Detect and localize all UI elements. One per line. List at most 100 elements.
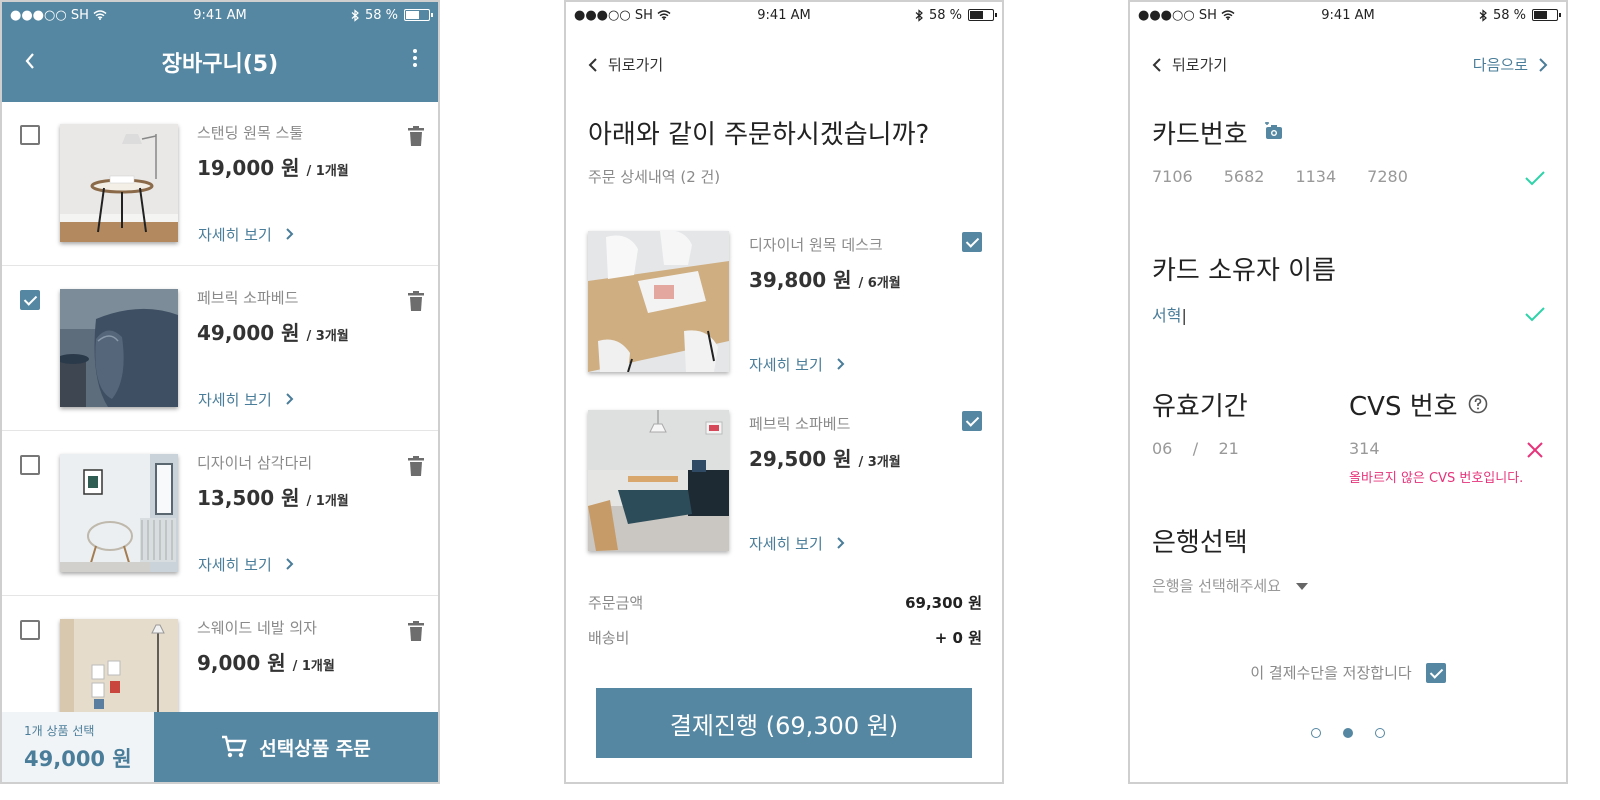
item-checkbox[interactable]: [20, 620, 40, 640]
wifi-icon: [93, 10, 107, 20]
card-number-group: 1134: [1295, 167, 1337, 186]
error-x-icon: [1527, 442, 1543, 458]
carrier-label: ●●●○○ SH: [574, 7, 653, 23]
card-owner-input[interactable]: 서혁|: [1152, 302, 1187, 326]
item-price: 29,500 원 / 3개월: [749, 447, 901, 471]
detail-link[interactable]: 자세히 보기: [198, 389, 295, 410]
carrier-label: ●●●○○ SH: [1138, 7, 1217, 23]
chevron-right-icon: [285, 558, 293, 570]
cart-screen: ●●●○○ SH 9:41 AM 58 % 장바구니(5) 스탠딩 원목 스툴 …: [0, 0, 440, 784]
card-number-group: 7106: [1152, 167, 1193, 186]
item-checkbox[interactable]: [962, 411, 982, 431]
item-name: 페브릭 소파베드: [749, 415, 851, 433]
item-name: 페브릭 소파베드: [197, 289, 299, 307]
chevron-left-icon: [1152, 57, 1161, 72]
cart-icon: [222, 735, 247, 758]
item-name: 디자이너 원목 데스크: [749, 236, 883, 254]
shipping-value: + 0 원: [934, 629, 982, 647]
more-options-icon[interactable]: [412, 48, 418, 74]
help-icon[interactable]: [1468, 394, 1488, 414]
page-dot[interactable]: [1375, 728, 1385, 738]
card-number-input[interactable]: 7106 5682 1134 7280: [1152, 167, 1408, 186]
status-bar: ●●●○○ SH 9:41 AM 58 %: [1130, 2, 1566, 28]
page-dot[interactable]: [1311, 728, 1321, 738]
wifi-icon: [657, 10, 671, 20]
chevron-right-icon: [285, 228, 293, 240]
order-detail-count: 주문 상세내역 (2 건): [588, 168, 721, 186]
back-button[interactable]: 뒤로가기: [1152, 54, 1227, 75]
proceed-payment-button[interactable]: 결제진행 (69,300 원): [596, 688, 972, 758]
order-amount-value: 69,300 원: [905, 594, 982, 612]
detail-link[interactable]: 자세히 보기: [749, 533, 846, 554]
expiry-label: 유효기간: [1152, 392, 1248, 422]
chevron-right-icon: [836, 358, 844, 370]
item-checkbox[interactable]: [20, 125, 40, 145]
order-selected-button[interactable]: 선택상품 주문: [154, 712, 438, 782]
expiry-input[interactable]: 06 / 21: [1152, 439, 1239, 458]
trash-icon[interactable]: [408, 621, 424, 641]
item-price: 9,000 원 / 1개월: [197, 651, 335, 675]
sofa-thumbnail[interactable]: [60, 289, 178, 407]
cvs-error-message: 올바르지 않은 CVS 번호입니다.: [1349, 471, 1524, 486]
battery-icon: [404, 9, 433, 21]
card-number-group: 7280: [1367, 167, 1408, 186]
save-payment-row: 이 결제수단을 저장합니다: [1130, 662, 1566, 683]
card-number-group: 5682: [1223, 167, 1265, 186]
item-name: 스웨이드 네발 의자: [197, 619, 317, 637]
trash-icon[interactable]: [408, 291, 424, 311]
selected-total: 49,000 원: [24, 747, 132, 771]
dropdown-arrow-icon: [1295, 583, 1308, 590]
bluetooth-icon: [915, 8, 923, 22]
status-bar: ●●●○○ SH 9:41 AM 58 %: [566, 2, 1002, 28]
desk-thumbnail[interactable]: [588, 231, 729, 372]
order-amount-label: 주문금액: [588, 594, 644, 612]
chair-thumbnail[interactable]: [60, 454, 178, 572]
detail-link[interactable]: 자세히 보기: [198, 554, 295, 575]
item-checkbox[interactable]: [20, 290, 40, 310]
detail-link[interactable]: 자세히 보기: [198, 224, 295, 245]
battery-percent: 58 %: [1492, 7, 1526, 23]
shipping-label: 배송비: [588, 629, 630, 647]
battery-icon: [1532, 9, 1561, 21]
item-price: 49,000 원 / 3개월: [197, 321, 349, 345]
item-name: 스탠딩 원목 스툴: [197, 124, 304, 142]
carrier-label: ●●●○○ SH: [10, 7, 89, 23]
chevron-right-icon: [1539, 57, 1548, 72]
battery-icon: [968, 9, 997, 21]
page-indicator: [1130, 728, 1566, 738]
item-checkbox[interactable]: [962, 232, 982, 252]
next-button[interactable]: 다음으로: [1473, 54, 1548, 75]
item-price: 13,500 원 / 1개월: [197, 486, 349, 510]
page-title: 아래와 같이 주문하시겠습니까?: [588, 120, 930, 150]
detail-link[interactable]: 자세히 보기: [749, 354, 846, 375]
bluetooth-icon: [351, 8, 359, 22]
bank-select[interactable]: 은행을 선택해주세요: [1152, 575, 1308, 596]
cart-item: 페브릭 소파베드 49,000 원 / 3개월 자세히 보기: [2, 267, 438, 431]
item-checkbox[interactable]: [20, 455, 40, 475]
save-payment-checkbox[interactable]: [1425, 662, 1446, 683]
cart-item: 디자이너 삼각다리 13,500 원 / 1개월 자세히 보기: [2, 432, 438, 596]
page-dot-active[interactable]: [1343, 728, 1353, 738]
order-confirm-screen: ●●●○○ SH 9:41 AM 58 % 뒤로가기 아래와 같이 주문하시겠습…: [564, 0, 1004, 784]
trash-icon[interactable]: [408, 126, 424, 146]
bank-label: 은행선택: [1152, 528, 1248, 558]
camera-scan-icon[interactable]: [1264, 122, 1284, 140]
card-owner-label: 카드 소유자 이름: [1152, 256, 1336, 286]
item-price: 19,000 원 / 1개월: [197, 156, 349, 180]
back-label: 뒤로가기: [1172, 56, 1228, 74]
next-label: 다음으로: [1472, 56, 1528, 74]
stool-thumbnail[interactable]: [60, 124, 178, 242]
cvs-input[interactable]: 314: [1349, 439, 1380, 458]
selection-summary: 1개 상품 선택 49,000 원: [2, 712, 154, 782]
cart-item: 스탠딩 원목 스툴 19,000 원 / 1개월 자세히 보기: [2, 102, 438, 266]
sofa-room-thumbnail[interactable]: [588, 410, 729, 551]
cvs-label: CVS 번호: [1349, 392, 1458, 422]
card-number-label: 카드번호: [1152, 120, 1248, 150]
back-button[interactable]: 뒤로가기: [588, 54, 663, 75]
item-price: 39,800 원 / 6개월: [749, 268, 901, 292]
page-title: 장바구니(5): [161, 52, 279, 77]
cart-footer: 1개 상품 선택 49,000 원 선택상품 주문: [2, 712, 438, 782]
battery-percent: 58 %: [364, 7, 398, 23]
trash-icon[interactable]: [408, 456, 424, 476]
chevron-left-icon: [588, 57, 597, 72]
